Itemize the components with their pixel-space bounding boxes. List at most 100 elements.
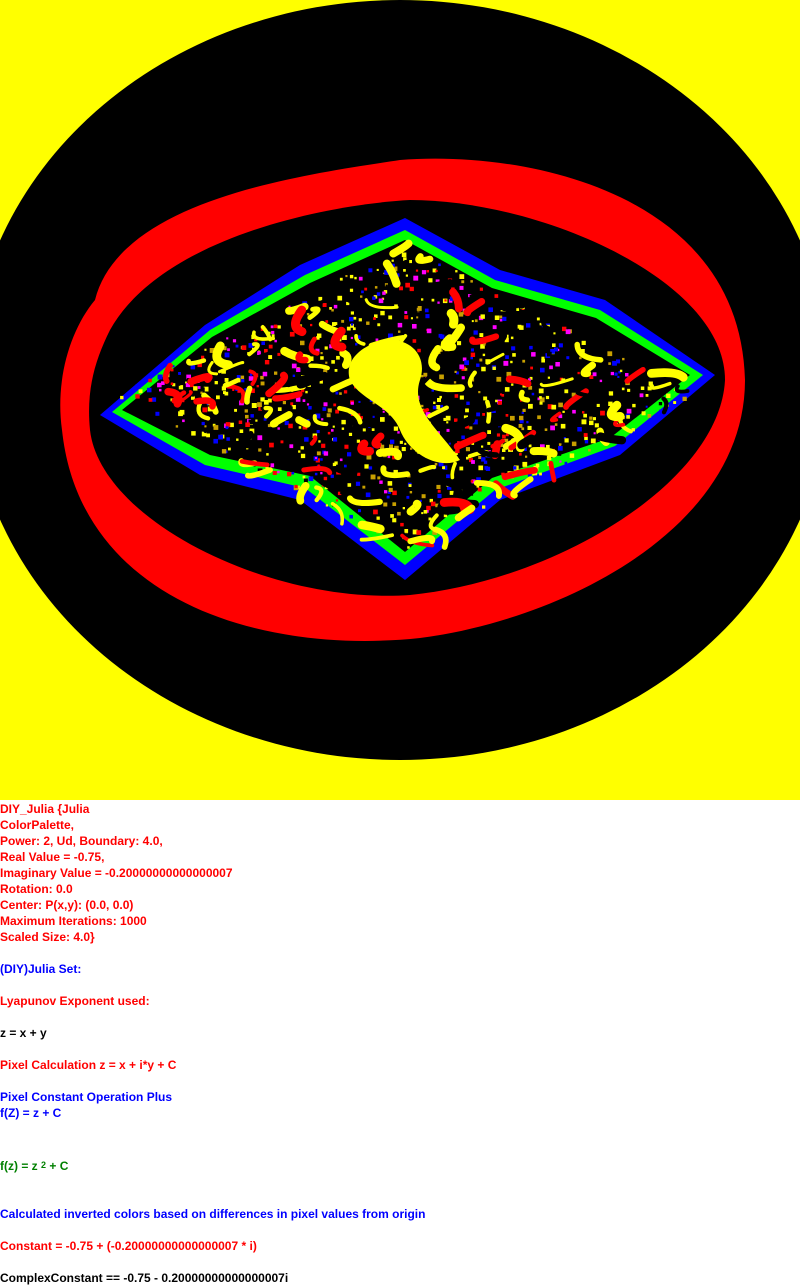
- fractal-speckle: [416, 312, 420, 316]
- fractal-speckle: [640, 393, 644, 397]
- fractal-speckle: [152, 397, 156, 401]
- fractal-speckle: [428, 389, 431, 392]
- fractal-speckle: [578, 372, 580, 374]
- fractal-speckle: [471, 353, 475, 357]
- fractal-speckle: [465, 368, 468, 371]
- z-definition: z = x + y: [0, 1025, 47, 1041]
- fractal-speckle: [421, 512, 423, 514]
- fractal-speckle: [481, 367, 486, 372]
- fractal-speckle: [472, 320, 474, 322]
- fractal-speckle: [298, 450, 300, 452]
- fractal-speckle: [405, 283, 410, 288]
- fractal-speckle: [413, 303, 418, 308]
- fractal-speckle: [379, 481, 382, 484]
- fractal-speckle: [404, 315, 408, 319]
- param-line-2: ColorPalette,: [0, 817, 74, 833]
- fractal-speckle: [435, 463, 438, 466]
- fractal-speckle: [245, 422, 250, 427]
- fractal-speckle: [488, 307, 493, 312]
- fractal-speckle: [178, 384, 180, 386]
- fractal-speckle: [466, 402, 469, 405]
- fractal-speckle: [399, 286, 403, 290]
- fractal-speckle: [622, 388, 625, 391]
- fractal-swirl: [451, 313, 454, 324]
- fractal-speckle: [223, 391, 226, 394]
- fractal-speckle: [544, 335, 547, 338]
- fractal-speckle: [584, 433, 588, 437]
- fractal-speckle: [239, 421, 243, 425]
- fractal-speckle: [402, 253, 407, 258]
- fractal-speckle: [425, 309, 429, 313]
- fractal-speckle: [404, 529, 408, 533]
- fractal-speckle: [258, 448, 261, 451]
- fractal-speckle: [366, 322, 369, 325]
- fractal-speckle: [646, 394, 649, 397]
- set-name-label: (DIY)Julia Set:: [0, 961, 81, 977]
- fractal-speckle: [309, 301, 311, 303]
- fractal-speckle: [611, 372, 614, 375]
- fractal-speckle: [416, 530, 421, 535]
- fractal-speckle: [535, 443, 539, 447]
- fractal-speckle: [288, 406, 293, 411]
- fractal-speckle: [387, 496, 390, 499]
- fractal-speckle: [242, 345, 247, 350]
- fractal-speckle: [321, 418, 323, 420]
- fractal-speckle: [639, 410, 642, 413]
- fractal-speckle: [438, 490, 441, 493]
- fractal-speckle: [336, 356, 340, 360]
- fractal-speckle: [360, 295, 362, 297]
- fractal-speckle: [204, 349, 206, 351]
- fractal-speckle: [493, 325, 497, 329]
- fractal-speckle: [202, 407, 207, 412]
- fractal-speckle: [612, 361, 617, 366]
- fractal-speckle: [176, 425, 178, 427]
- fractal-speckle: [411, 317, 413, 319]
- fractal-speckle: [266, 453, 269, 456]
- fractal-speckle: [285, 438, 289, 442]
- fractal-speckle: [324, 402, 328, 406]
- fractal-speckle: [425, 356, 429, 360]
- fractal-speckle: [480, 288, 483, 291]
- fractal-speckle: [227, 348, 230, 351]
- fractal-speckle: [271, 453, 275, 457]
- fractal-speckle: [566, 329, 571, 334]
- param-line-7: Center: P(x,y): (0.0, 0.0): [0, 897, 133, 913]
- fractal-speckle: [315, 473, 318, 476]
- fractal-speckle: [265, 360, 269, 364]
- fractal-speckle: [317, 430, 320, 433]
- fractal-speckle: [478, 466, 483, 471]
- fractal-speckle: [561, 424, 566, 429]
- fractal-speckle: [353, 327, 356, 330]
- fractal-speckle: [206, 434, 210, 438]
- fractal-speckle: [557, 398, 560, 401]
- fractal-speckle: [465, 409, 469, 413]
- fractal-speckle: [400, 313, 402, 315]
- pixel-constant-operation: Pixel Constant Operation Plus: [0, 1089, 172, 1105]
- fractal-speckle: [482, 505, 485, 508]
- fractal-speckle: [354, 277, 356, 279]
- fractal-speckle: [597, 404, 600, 407]
- fractal-speckle: [342, 428, 344, 430]
- fractal-speckle: [426, 506, 431, 511]
- fractal-speckle: [502, 457, 505, 460]
- fractal-speckle: [617, 376, 619, 378]
- fractal-swirl: [191, 377, 209, 382]
- fractal-speckle: [631, 367, 635, 371]
- fractal-swirl: [651, 373, 683, 378]
- fractal-speckle: [478, 391, 480, 393]
- fractal-speckle: [413, 339, 417, 343]
- fractal-speckle: [159, 389, 162, 392]
- fractal-speckle: [184, 369, 186, 371]
- fractal-speckle: [558, 446, 563, 451]
- fractal-speckle: [495, 294, 499, 298]
- fractal-swirl: [445, 339, 452, 347]
- fractal-speckle: [341, 320, 344, 323]
- fractal-swirl: [247, 388, 250, 402]
- fractal-speckle: [349, 515, 353, 519]
- fractal-speckle: [257, 435, 262, 440]
- fractal-speckle: [144, 407, 149, 412]
- fractal-speckle: [211, 434, 213, 436]
- fractal-speckle: [193, 386, 197, 390]
- fractal-speckle: [471, 480, 473, 482]
- fractal-speckle: [222, 449, 226, 453]
